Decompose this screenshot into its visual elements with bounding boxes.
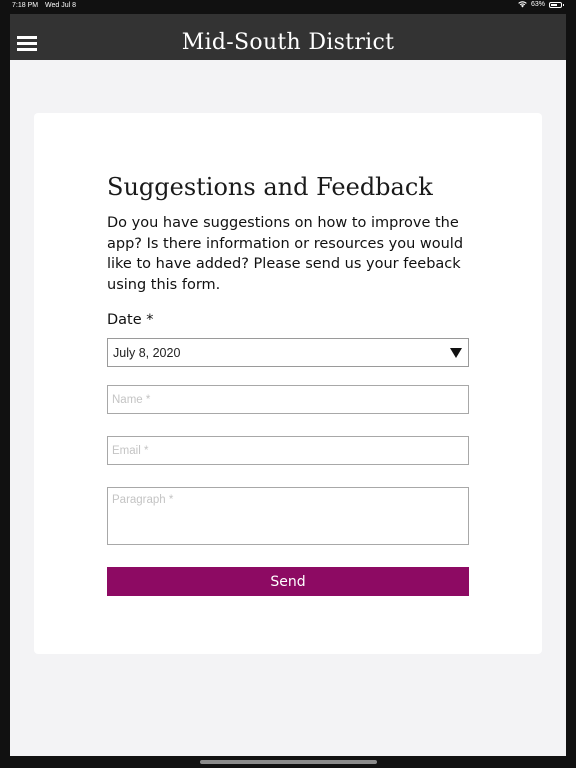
nav-bar: Mid-South District xyxy=(10,14,566,60)
date-label: Date * xyxy=(107,312,154,328)
status-indicators: 63% xyxy=(518,1,564,8)
status-time: 7:18 PM xyxy=(12,2,39,9)
nav-title: Mid-South District xyxy=(181,30,395,55)
battery-fill xyxy=(551,3,557,6)
app-frame: Mid-South District Suggestions and Feedb… xyxy=(10,14,566,756)
wifi-icon xyxy=(518,1,527,8)
status-date: Wed Jul 8 xyxy=(45,2,76,9)
send-button[interactable]: Send xyxy=(107,567,469,596)
battery-icon xyxy=(549,1,564,8)
paragraph-field[interactable] xyxy=(107,487,469,545)
form-description: Do you have suggestions on how to improv… xyxy=(107,215,464,293)
date-select[interactable]: July 8, 2020 xyxy=(107,338,469,367)
email-field[interactable] xyxy=(107,436,469,465)
battery-percentage: 63% xyxy=(530,1,545,8)
name-field[interactable] xyxy=(107,385,469,414)
home-indicator[interactable] xyxy=(200,760,377,764)
date-value: July 8, 2020 xyxy=(113,346,181,360)
form-title: Suggestions and Feedback xyxy=(107,173,433,201)
status-bar: 7:18 PM Wed Jul 8 63% xyxy=(0,0,576,14)
dropdown-arrow-icon xyxy=(450,348,462,358)
feedback-card: Suggestions and Feedback Do you have sug… xyxy=(34,113,542,654)
